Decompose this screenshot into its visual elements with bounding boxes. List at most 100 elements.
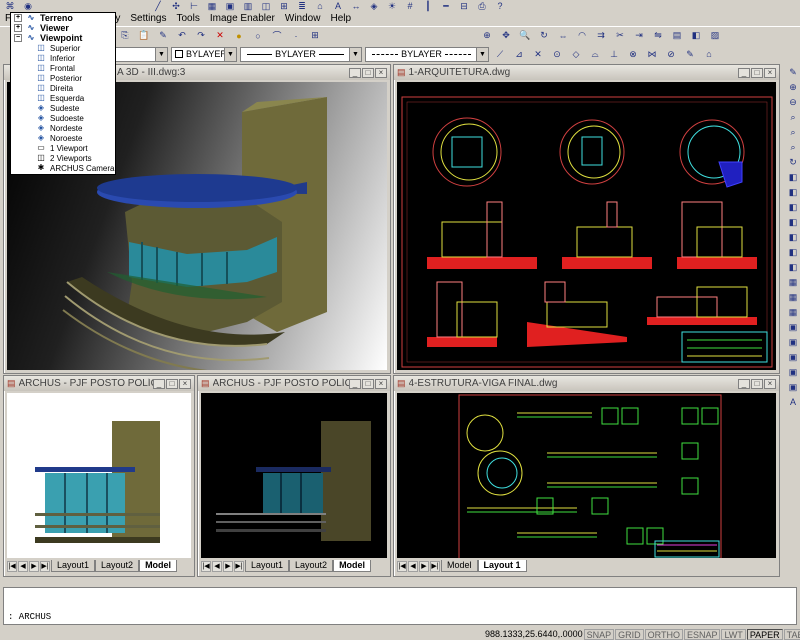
snap-endpoint-icon[interactable]: ⟋ bbox=[492, 49, 508, 60]
window-tool-icon[interactable]: ⊞ bbox=[276, 1, 292, 12]
render-dark-window[interactable]: ▤ ARCHUS - PJF POSTO POLÍCIA ... _□× |◀◀… bbox=[197, 375, 391, 577]
grid-icon[interactable]: ▦ bbox=[789, 307, 798, 319]
snap-settings-icon[interactable]: ✎ bbox=[682, 49, 698, 60]
polyline-icon[interactable]: ⌒ bbox=[269, 30, 285, 41]
3d-icon[interactable]: ◈ bbox=[366, 1, 382, 12]
esnap-toggle[interactable]: ESNAP bbox=[683, 628, 721, 640]
snap-nearest-icon[interactable]: ⋈ bbox=[644, 49, 660, 60]
layer-icon[interactable]: ⌘ bbox=[2, 1, 18, 12]
refresh-icon[interactable]: ↻ bbox=[789, 157, 797, 169]
grid-toggle[interactable]: GRID bbox=[615, 628, 644, 640]
mirror-icon[interactable]: ⇋ bbox=[650, 30, 666, 41]
grid-icon[interactable]: # bbox=[402, 1, 418, 12]
menu-window[interactable]: Window bbox=[280, 13, 326, 24]
close-button[interactable]: × bbox=[375, 378, 387, 389]
zoom-window-icon[interactable]: ⌕ bbox=[790, 112, 795, 124]
layer-icon[interactable]: ◧ bbox=[789, 172, 798, 184]
undo-icon[interactable]: ↶ bbox=[174, 30, 190, 41]
block-icon[interactable]: ▣ bbox=[789, 367, 798, 379]
drawing-canvas[interactable] bbox=[397, 393, 776, 558]
command-window[interactable]: : ARCHUS bbox=[3, 587, 797, 625]
cancel-icon[interactable]: ✕ bbox=[212, 30, 228, 41]
menu-item-viewer[interactable]: + ∿ Viewer bbox=[11, 23, 115, 33]
close-button[interactable]: × bbox=[764, 67, 776, 78]
grid-icon[interactable]: ⊞ bbox=[307, 30, 323, 41]
tab-model[interactable]: Model bbox=[333, 560, 372, 572]
prev-tab-icon[interactable]: ◀ bbox=[212, 560, 222, 572]
extend-icon[interactable]: ⇥ bbox=[631, 30, 647, 41]
maximize-button[interactable]: □ bbox=[166, 378, 178, 389]
menu-item-terreno[interactable]: + ∿ Terreno bbox=[11, 13, 115, 23]
door-icon[interactable]: ◫ bbox=[258, 1, 274, 12]
render-icon[interactable]: ☀ bbox=[384, 1, 400, 12]
minimize-button[interactable]: _ bbox=[738, 378, 750, 389]
maximize-button[interactable]: □ bbox=[751, 67, 763, 78]
trim-icon[interactable]: ✂ bbox=[612, 30, 628, 41]
layer-icon[interactable]: ◧ bbox=[789, 202, 798, 214]
properties-icon[interactable]: ▤ bbox=[669, 30, 685, 41]
menu-item-posterior[interactable]: ◫ Posterior bbox=[11, 73, 115, 83]
distance-icon[interactable]: ⇔ bbox=[555, 30, 571, 41]
last-tab-icon[interactable]: ▶| bbox=[430, 560, 440, 572]
window-titlebar[interactable]: ▤ 1-ARQUITETURA.dwg _ □ × bbox=[394, 65, 779, 80]
menu-image-enabler[interactable]: Image Enabler bbox=[205, 13, 280, 24]
close-button[interactable]: × bbox=[764, 378, 776, 389]
lineweight-combo[interactable]: BYLAYER ▼ bbox=[365, 46, 489, 62]
pan-icon[interactable]: ✥ bbox=[498, 30, 514, 41]
beam-icon[interactable]: ━ bbox=[438, 1, 454, 12]
snap-intersection-icon[interactable]: ✕ bbox=[530, 49, 546, 60]
first-tab-icon[interactable]: |◀ bbox=[201, 560, 211, 572]
tab-layout1[interactable]: Layout1 bbox=[51, 560, 96, 572]
menu-item-2-viewports[interactable]: ◫ 2 Viewports bbox=[11, 153, 115, 163]
tab-model[interactable]: Model bbox=[441, 560, 478, 572]
offset-icon[interactable]: ⇉ bbox=[593, 30, 609, 41]
next-tab-icon[interactable]: ▶ bbox=[29, 560, 39, 572]
collapse-icon[interactable]: − bbox=[14, 34, 22, 42]
render-viewport[interactable] bbox=[7, 393, 191, 558]
menu-item-frontal[interactable]: ◫ Frontal bbox=[11, 63, 115, 73]
lwt-toggle[interactable]: LWT bbox=[721, 628, 746, 640]
design-center-icon[interactable]: ▨ bbox=[707, 30, 723, 41]
menu-item-superior[interactable]: ◫ Superior bbox=[11, 43, 115, 53]
tab-layout-1[interactable]: Layout 1 bbox=[477, 560, 527, 572]
menu-item-1-viewport[interactable]: ▭ 1 Viewport bbox=[11, 143, 115, 153]
layers-icon[interactable]: ◧ bbox=[688, 30, 704, 41]
stair-icon[interactable]: ≣ bbox=[294, 1, 310, 12]
zoom-extents-icon[interactable]: ⌕ bbox=[790, 127, 795, 139]
block-icon[interactable]: ▣ bbox=[789, 322, 798, 334]
expand-icon[interactable]: + bbox=[14, 24, 22, 32]
layer-icon[interactable]: ◧ bbox=[789, 217, 798, 229]
maximize-button[interactable]: □ bbox=[362, 378, 374, 389]
layer-icon[interactable]: ◧ bbox=[789, 247, 798, 259]
window-titlebar[interactable]: ▤ ARCHUS - PJF POSTO POLÍCIA ... _□× bbox=[198, 376, 390, 391]
render-white-window[interactable]: ▤ ARCHUS - PJF POSTO POLÍCIA 3... _□× |◀… bbox=[3, 375, 195, 577]
first-tab-icon[interactable]: |◀ bbox=[7, 560, 17, 572]
menu-item-inferior[interactable]: ◫ Inferior bbox=[11, 53, 115, 63]
snap-perpendicular-icon[interactable]: ⊥ bbox=[606, 49, 622, 60]
copy-icon[interactable]: ⎘ bbox=[117, 30, 133, 41]
match-icon[interactable]: ✎ bbox=[155, 30, 171, 41]
hatch-icon[interactable]: ▦ bbox=[204, 1, 220, 12]
estrutura-drawing-window[interactable]: ▤ 4-ESTRUTURA-VIGA FINAL.dwg _ □ × |◀ ◀ … bbox=[393, 375, 780, 577]
first-tab-icon[interactable]: |◀ bbox=[397, 560, 407, 572]
menu-item-sudoeste[interactable]: ◈ Sudoeste bbox=[11, 113, 115, 123]
menu-tools[interactable]: Tools bbox=[171, 13, 204, 24]
maximize-button[interactable]: □ bbox=[751, 378, 763, 389]
dimension-icon[interactable]: ⊢ bbox=[186, 1, 202, 12]
wall-icon[interactable]: ▥ bbox=[240, 1, 256, 12]
zoom-out-icon[interactable]: ⊖ bbox=[789, 97, 797, 109]
roof-icon[interactable]: ⌂ bbox=[312, 1, 328, 12]
linetype-combo[interactable]: BYLAYER ▼ bbox=[240, 46, 362, 62]
snap-toggle[interactable]: SNAP bbox=[583, 628, 615, 640]
zoom-icon[interactable]: 🔍 bbox=[517, 30, 533, 41]
menu-item-noroeste[interactable]: ◈ Noroeste bbox=[11, 133, 115, 143]
globe-icon[interactable]: ◉ bbox=[20, 1, 36, 12]
window-titlebar[interactable]: ▤ 4-ESTRUTURA-VIGA FINAL.dwg _ □ × bbox=[394, 376, 779, 391]
last-tab-icon[interactable]: ▶| bbox=[234, 560, 244, 572]
prev-tab-icon[interactable]: ◀ bbox=[408, 560, 418, 572]
last-tab-icon[interactable]: ▶| bbox=[40, 560, 50, 572]
drawing-canvas[interactable] bbox=[397, 82, 776, 370]
measure-icon[interactable]: ↔ bbox=[348, 1, 364, 12]
help-icon[interactable]: ? bbox=[492, 1, 508, 12]
layer-icon[interactable]: ◧ bbox=[789, 262, 798, 274]
